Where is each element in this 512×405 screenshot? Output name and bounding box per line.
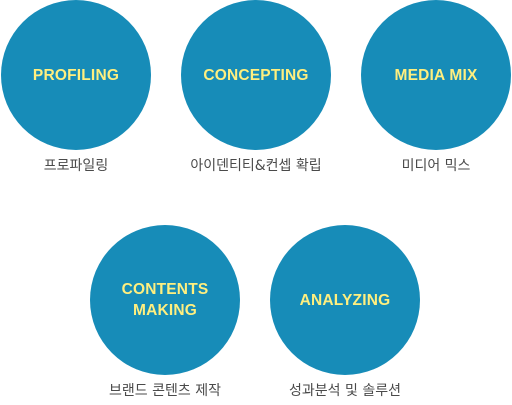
- step-title: PROFILING: [32, 66, 120, 84]
- step-contents-making: CONTENTS MAKING 브랜드 콘텐츠 제작: [90, 225, 240, 405]
- step-title: CONCEPTING: [203, 66, 309, 84]
- step-circle: ANALYZING: [270, 225, 420, 375]
- step-circle: CONTENTS MAKING: [90, 225, 240, 375]
- step-title: MEDIA MIX: [394, 66, 478, 84]
- step-circle: MEDIA MIX: [361, 0, 511, 150]
- step-title: ANALYZING: [299, 291, 391, 309]
- step-caption: 미디어 믹스: [401, 158, 471, 174]
- step-circle: PROFILING: [1, 0, 151, 150]
- step-title: CONTENTS MAKING: [121, 281, 209, 319]
- step-analyzing: ANALYZING 성과분석 및 솔루션: [270, 225, 420, 405]
- step-caption: 성과분석 및 솔루션: [289, 383, 401, 399]
- step-media-mix: MEDIA MIX 미디어 믹스: [361, 0, 511, 180]
- step-circle: CONCEPTING: [181, 0, 331, 150]
- step-concepting: CONCEPTING 아이덴티티&컨셉 확립: [181, 0, 331, 180]
- step-profiling: PROFILING 프로파일링: [1, 0, 151, 180]
